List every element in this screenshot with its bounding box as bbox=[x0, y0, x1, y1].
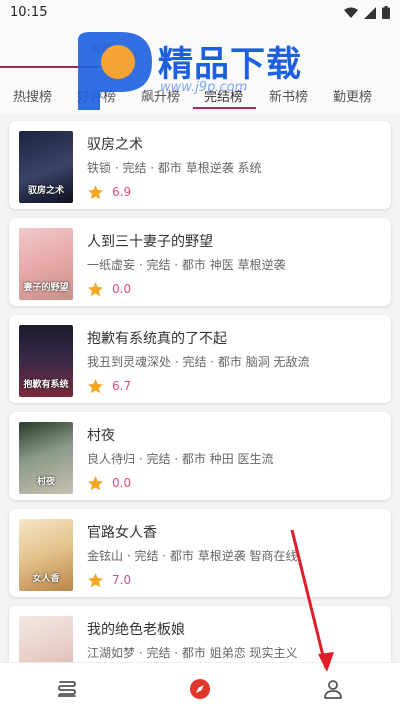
tab-top-rated[interactable]: 好评榜 bbox=[77, 86, 116, 105]
tab-frequent-updates[interactable]: 勤更榜 bbox=[333, 86, 372, 105]
book-cover bbox=[19, 616, 73, 662]
book-card[interactable]: 抱歉有系统 抱歉有系统真的了不起 我丑到灵魂深处 · 完结 · 都市 脑洞 无敌… bbox=[9, 315, 391, 403]
book-card[interactable]: 妻子的野望 人到三十妻子的野望 一纸虚妄 · 完结 · 都市 神医 草根逆袭 0… bbox=[9, 218, 391, 306]
rating-value: 0.0 bbox=[112, 476, 132, 490]
book-meta: 一纸虚妄 · 完结 · 都市 神医 草根逆袭 bbox=[87, 258, 286, 272]
star-icon bbox=[88, 572, 103, 587]
star-icon bbox=[88, 281, 103, 296]
book-rating: 0.0 bbox=[87, 474, 131, 492]
book-title: 官路女人香 bbox=[87, 525, 157, 541]
book-meta: 铁锁 · 完结 · 都市 草根逆袭 系统 bbox=[87, 161, 262, 175]
book-cover: 抱歉有系统 bbox=[19, 325, 73, 397]
wifi-icon bbox=[344, 7, 358, 18]
book-cover: 妻子的野望 bbox=[19, 228, 73, 300]
book-title: 抱歉有系统真的了不起 bbox=[87, 331, 227, 347]
battery-icon bbox=[382, 6, 390, 19]
book-card[interactable]: 村夜 村夜 良人待归 · 完结 · 都市 种田 医生流 0.0 bbox=[9, 412, 391, 500]
bookshelf-icon[interactable] bbox=[55, 677, 79, 701]
rating-value: 6.7 bbox=[112, 379, 132, 393]
star-icon bbox=[88, 475, 103, 490]
compass-icon[interactable] bbox=[188, 677, 212, 701]
status-time: 10:15 bbox=[10, 5, 48, 20]
tab-indicator bbox=[193, 107, 256, 109]
star-icon bbox=[88, 378, 103, 393]
book-title: 驭房之术 bbox=[87, 137, 143, 153]
rating-value: 7.0 bbox=[112, 573, 132, 587]
tab-completed[interactable]: 完结榜 bbox=[204, 86, 243, 105]
book-title: 村夜 bbox=[87, 428, 115, 444]
book-list: 驭房之术 驭房之术 铁锁 · 完结 · 都市 草根逆袭 系统 6.9 妻子的野望… bbox=[0, 114, 400, 662]
cover-title: 女人香 bbox=[32, 574, 60, 585]
book-meta: 江湖如梦 · 完结 · 都市 姐弟恋 现实主义 bbox=[87, 646, 298, 660]
book-rating: 7.0 bbox=[87, 571, 131, 589]
gender-indicator bbox=[0, 66, 100, 68]
cover-title: 妻子的野望 bbox=[23, 283, 69, 294]
book-meta: 金铉山 · 完结 · 都市 草根逆袭 智商在线 bbox=[87, 549, 298, 563]
status-bar: 10:15 bbox=[0, 0, 400, 26]
tab-rising[interactable]: 飙升榜 bbox=[141, 86, 180, 105]
status-icons bbox=[344, 6, 390, 19]
ranking-header: 男频 热搜榜 好评榜 飙升榜 完结榜 新书榜 勤更榜 bbox=[0, 26, 400, 114]
book-card[interactable]: 我的绝色老板娘 江湖如梦 · 完结 · 都市 姐弟恋 现实主义 bbox=[9, 606, 391, 662]
book-card[interactable]: 驭房之术 驭房之术 铁锁 · 完结 · 都市 草根逆袭 系统 6.9 bbox=[9, 121, 391, 209]
book-title: 我的绝色老板娘 bbox=[87, 622, 185, 638]
rating-value: 6.9 bbox=[112, 185, 132, 199]
book-card[interactable]: 女人香 官路女人香 金铉山 · 完结 · 都市 草根逆袭 智商在线 7.0 bbox=[9, 509, 391, 597]
cover-title: 驭房之术 bbox=[27, 186, 64, 197]
book-title: 人到三十妻子的野望 bbox=[87, 234, 213, 250]
book-rating: 6.9 bbox=[87, 183, 131, 201]
rating-value: 0.0 bbox=[112, 282, 132, 296]
tab-new-books[interactable]: 新书榜 bbox=[269, 86, 308, 105]
profile-icon[interactable] bbox=[321, 677, 345, 701]
book-cover: 女人香 bbox=[19, 519, 73, 591]
book-cover: 村夜 bbox=[19, 422, 73, 494]
book-meta: 良人待归 · 完结 · 都市 种田 医生流 bbox=[87, 452, 274, 466]
gender-tab-male[interactable]: 男频 bbox=[90, 40, 112, 56]
cover-title: 村夜 bbox=[36, 477, 55, 488]
cover-title: 抱歉有系统 bbox=[23, 380, 69, 391]
book-cover: 驭房之术 bbox=[19, 131, 73, 203]
book-meta: 我丑到灵魂深处 · 完结 · 都市 脑洞 无敌流 bbox=[87, 355, 310, 369]
star-icon bbox=[88, 184, 103, 199]
tab-hot-search[interactable]: 热搜榜 bbox=[13, 86, 52, 105]
bottom-nav bbox=[0, 662, 400, 712]
book-rating: 0.0 bbox=[87, 280, 131, 298]
signal-icon bbox=[364, 6, 376, 19]
book-rating: 6.7 bbox=[87, 377, 131, 395]
